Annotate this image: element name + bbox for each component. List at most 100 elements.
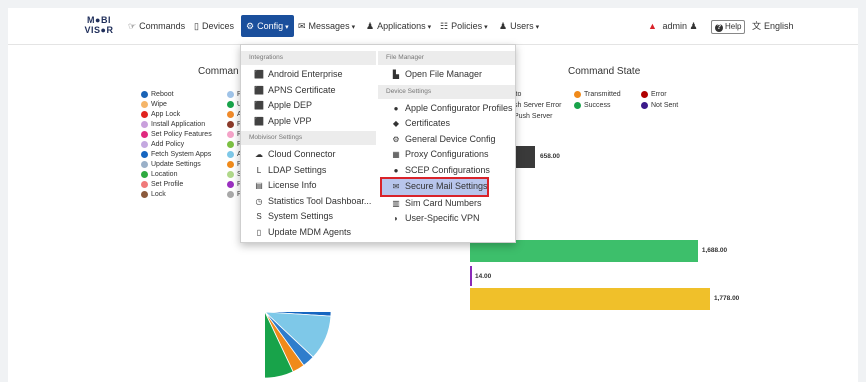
- shield-icon: ◗: [393, 214, 399, 223]
- menu-item-apple-dep[interactable]: ⬛ Apple DEP: [241, 98, 376, 114]
- pie-slice[interactable]: [199, 288, 266, 340]
- menu-item-apple-vpp[interactable]: ⬛ Apple VPP: [241, 114, 376, 130]
- legend-item[interactable]: sh Server Error: [514, 100, 561, 110]
- commands-chart-title: Comman: [198, 66, 239, 77]
- bar-0[interactable]: [515, 146, 535, 168]
- legend-item[interactable]: Wipe: [141, 99, 212, 109]
- pie-slice[interactable]: [212, 312, 266, 375]
- commands-legend-col1: Reboot Wipe App Lock Install Application…: [141, 89, 212, 199]
- chevron-down-icon: ▾: [484, 24, 488, 31]
- user-menu[interactable]: ▲ admin ♟: [648, 8, 701, 44]
- nav-policies[interactable]: ☷ Policies ▾: [440, 8, 488, 44]
- bar-label-1: 1,688.00: [701, 247, 728, 254]
- nav-devices[interactable]: ▯ Devices: [194, 8, 234, 44]
- section-header-mobivisor-settings: Mobivisor Settings: [241, 131, 376, 145]
- menu-item-license-info[interactable]: ▤ License Info: [241, 178, 376, 194]
- legend-item[interactable]: Fetch System Apps: [141, 149, 212, 159]
- page: M●BI VIS●R ☞ Commands ▯ Devices ⚙ Config ▾ ✉…: [8, 8, 858, 382]
- mobile-icon: ▯: [194, 21, 199, 31]
- nav-applications[interactable]: ♟ Applications ▾: [366, 8, 431, 44]
- legend-item[interactable]: Set Profile: [141, 179, 212, 189]
- pie-slice[interactable]: [265, 288, 330, 313]
- menu-item-sim-card-numbers[interactable]: ▥ Sim Card Numbers: [378, 196, 515, 212]
- menu-item-open-file-manager[interactable]: ▙ Open File Manager: [378, 67, 515, 83]
- pie-slice[interactable]: [265, 259, 326, 313]
- help-button[interactable]: ? Help: [711, 20, 746, 34]
- bar-label-2: 14.00: [475, 273, 492, 280]
- user-icon: ♟: [499, 21, 508, 31]
- clock-icon: ◷: [255, 196, 263, 206]
- bar-1[interactable]: [470, 240, 698, 262]
- list-icon: ☷: [440, 21, 449, 31]
- help-label: Help: [725, 22, 742, 31]
- legend-item[interactable]: Location: [141, 169, 212, 179]
- menu-item-statistics-tool[interactable]: ◷ Statistics Tool Dashboar...: [241, 194, 376, 210]
- pie-slice[interactable]: [265, 300, 331, 313]
- chevron-down-icon: ▾: [427, 24, 432, 31]
- nav-messages[interactable]: ✉ Messages ▾: [298, 8, 355, 44]
- legend-item[interactable]: Update Settings: [141, 159, 212, 169]
- android-icon: ⬛: [254, 70, 264, 79]
- menu-item-android-enterprise[interactable]: ⬛ Android Enterprise: [241, 67, 376, 83]
- menu-item-update-mdm-agents[interactable]: ▯ Update MDM Agents: [241, 225, 376, 241]
- pie-slice[interactable]: [265, 246, 297, 313]
- legend-item[interactable]: Lock: [141, 189, 212, 199]
- menu-item-general-device-config[interactable]: ⚙ General Device Config: [378, 132, 515, 148]
- nav-config-label: Config: [257, 21, 284, 31]
- pie-slice[interactable]: [265, 254, 304, 313]
- pie-slice[interactable]: [205, 312, 266, 344]
- apps-icon: ♟: [366, 21, 375, 31]
- bar-2[interactable]: [470, 266, 474, 286]
- bell-icon[interactable]: ▲: [648, 8, 657, 44]
- pie-slice[interactable]: [237, 246, 265, 312]
- dropdown-left-column: Integrations ⬛ Android Enterprise ⬛ APNS C…: [241, 49, 376, 240]
- menu-item-system-settings[interactable]: S System Settings: [241, 209, 376, 225]
- legend-item[interactable]: App Lock: [141, 109, 212, 119]
- legend-item[interactable]: Install Application: [141, 119, 212, 129]
- pie-slice[interactable]: [204, 252, 266, 313]
- mobile-icon: ▯: [256, 227, 262, 237]
- logo-top: M●BI: [87, 15, 111, 25]
- nav-commands[interactable]: ☞ Commands: [128, 8, 185, 44]
- menu-item-ldap-settings[interactable]: L LDAP Settings: [241, 163, 376, 179]
- pie-slice[interactable]: [207, 312, 266, 351]
- user-icon: ♟: [689, 21, 698, 31]
- menu-item-scep-configurations[interactable]: ● SCEP Configurations: [378, 163, 515, 179]
- nav-users-label: Users: [510, 21, 534, 31]
- nav-devices-label: Devices: [201, 21, 234, 31]
- nav-commands-label: Commands: [139, 21, 186, 31]
- apple-icon: ●: [393, 103, 399, 113]
- menu-item-proxy-configurations[interactable]: ▦ Proxy Configurations: [378, 147, 515, 163]
- nav-users[interactable]: ♟ Users ▾: [499, 8, 539, 44]
- hand-pointer-icon: ☞: [128, 21, 137, 31]
- section-header-file-manager: File Manager: [378, 51, 515, 65]
- menu-item-certificates[interactable]: ◆ Certificates: [378, 116, 515, 132]
- legend-item[interactable]: Push Server: [514, 111, 553, 121]
- bar-label-0: 658.00: [540, 153, 560, 160]
- legend-item[interactable]: Error: [641, 89, 667, 99]
- legend-item[interactable]: Not Sent: [641, 100, 678, 110]
- chevron-down-icon: ▾: [351, 24, 356, 31]
- legend-item[interactable]: Success: [574, 100, 610, 110]
- legend-item[interactable]: Set Policy Features: [141, 129, 212, 139]
- menu-item-secure-mail-settings[interactable]: ✉ Secure Mail Settings: [380, 177, 489, 197]
- menu-item-cloud-connector[interactable]: ☁ Cloud Connector: [241, 147, 376, 163]
- nav-config[interactable]: ⚙ Config ▾: [241, 15, 294, 37]
- legend-item[interactable]: Transmitted: [574, 89, 621, 99]
- chevron-down-icon: ▾: [285, 24, 289, 31]
- language-selector[interactable]: 文 English: [752, 8, 794, 44]
- menu-item-user-specific-vpn[interactable]: ◗ User-Specific VPN: [378, 211, 515, 227]
- legend-item[interactable]: Add Policy: [141, 139, 212, 149]
- bar-3[interactable]: [470, 288, 710, 310]
- logo-bottom: VIS●R: [84, 25, 114, 35]
- mobivisor-logo[interactable]: M●BI VIS●R: [84, 15, 114, 35]
- file-icon: ▙: [392, 70, 400, 79]
- config-dropdown-menu: Integrations ⬛ Android Enterprise ⬛ APNS C…: [240, 44, 516, 243]
- menu-item-apns-certificate[interactable]: ⬛ APNS Certificate: [241, 83, 376, 99]
- commands-pie-chart: [199, 246, 332, 379]
- sim-card-icon: ▥: [392, 198, 400, 208]
- envelope-icon: ✉: [392, 182, 400, 191]
- legend-item[interactable]: Reboot: [141, 89, 212, 99]
- bar-label-3: 1,778.00: [714, 295, 740, 302]
- menu-item-apple-configurator-profiles[interactable]: ● Apple Configurator Profiles: [378, 101, 515, 117]
